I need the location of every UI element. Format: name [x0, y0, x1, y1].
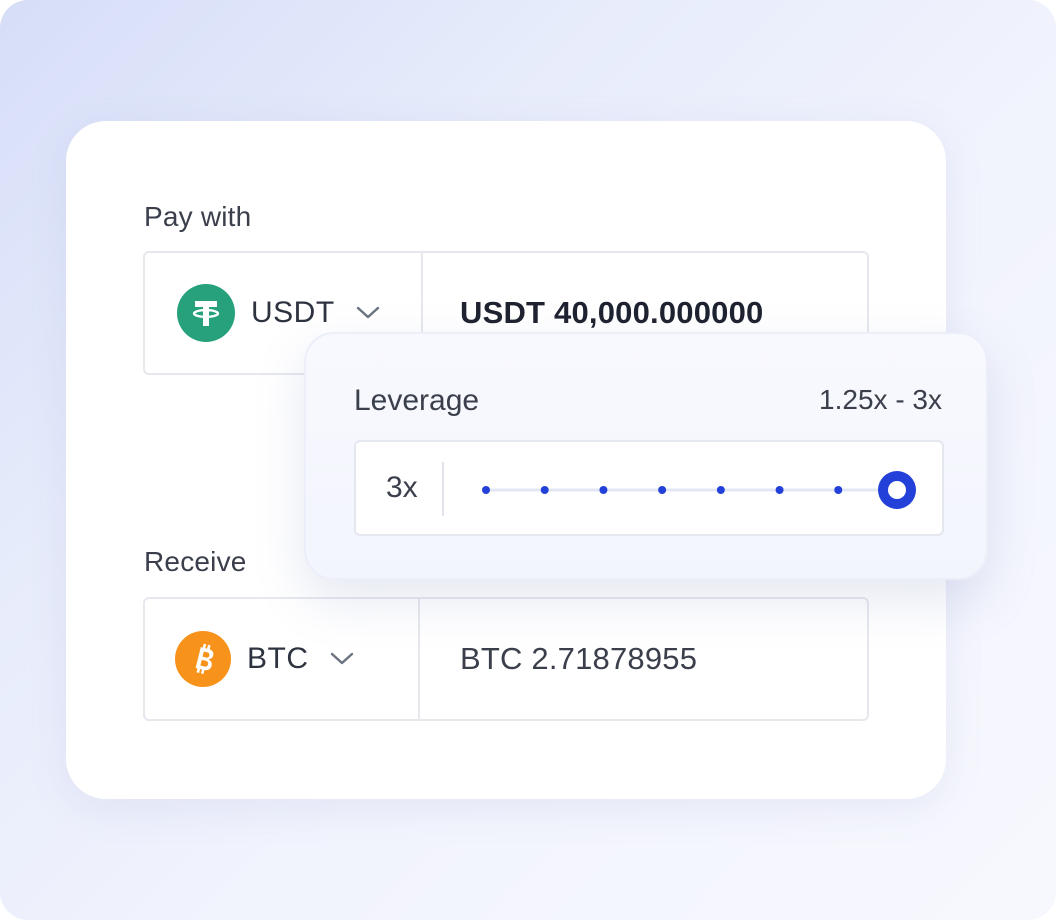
slider-step-dot[interactable]: [599, 486, 608, 494]
leverage-popup: Leverage 1.25x - 3x 3x: [304, 332, 988, 580]
receive-token-selector[interactable]: BTC: [145, 599, 420, 719]
slider-step-dot[interactable]: [540, 486, 549, 494]
slider-thumb-center: [888, 481, 906, 499]
tether-icon: [177, 284, 235, 342]
background-canvas: Pay with USDT USDT 40,000.000000 Receive: [0, 0, 1056, 920]
pay-token-name: USDT: [251, 296, 335, 329]
slider-step-dot[interactable]: [482, 486, 490, 494]
receive-label: Receive: [144, 546, 247, 577]
leverage-label: Leverage: [354, 384, 480, 417]
leverage-slider-box: 3x: [354, 440, 944, 536]
pay-with-label: Pay with: [144, 201, 252, 232]
slider-step-dot[interactable]: [716, 486, 725, 494]
chevron-down-icon: [329, 651, 355, 667]
chevron-down-icon: [355, 305, 381, 321]
receive-field: BTC BTC 2.71878955: [143, 597, 869, 721]
slider-step-dot[interactable]: [834, 486, 843, 494]
receive-token-name: BTC: [247, 642, 309, 675]
bitcoin-icon: [175, 631, 231, 687]
receive-amount: BTC 2.71878955: [460, 641, 698, 676]
slider-step-dot[interactable]: [775, 486, 784, 494]
leverage-range: 1.25x - 3x: [819, 384, 942, 415]
slider-step-dot[interactable]: [658, 486, 667, 494]
leverage-slider[interactable]: [356, 442, 942, 534]
